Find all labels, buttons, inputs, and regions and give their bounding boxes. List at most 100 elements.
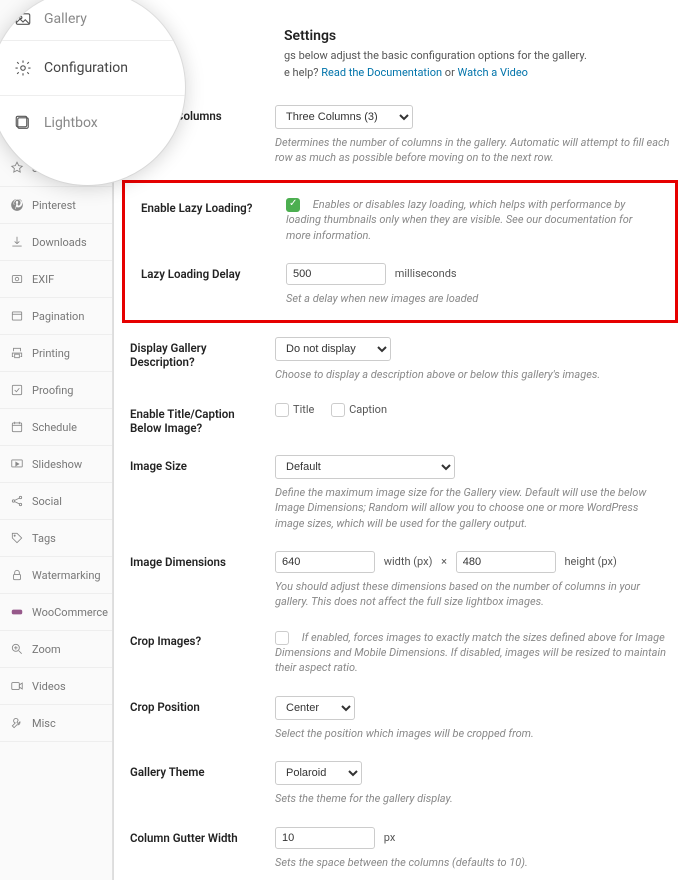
display-desc-label: Display Gallery Description? [130, 337, 255, 369]
display-desc-desc: Choose to display a description above or… [275, 367, 670, 382]
page-title: Settings [284, 28, 670, 44]
sidebar-item-downloads[interactable]: Downloads [0, 224, 112, 261]
image-size-select[interactable]: Default [275, 455, 455, 479]
mag-label: Lightbox [44, 115, 98, 131]
height-input[interactable] [456, 551, 556, 573]
pagination-icon [10, 309, 24, 323]
title-checkbox[interactable] [275, 403, 289, 417]
caption-check-label[interactable]: Caption [331, 403, 387, 416]
sidebar-item-misc[interactable]: Misc [0, 705, 112, 742]
sidebar-label: Proofing [32, 384, 73, 397]
width-unit: width (px) [384, 555, 433, 568]
row-gutter: Column Gutter Width px Sets the space be… [114, 817, 686, 880]
row-columns: f Gallery Columns Three Columns (3) Dete… [114, 95, 686, 176]
woo-icon [10, 605, 24, 619]
row-dimensions: Image Dimensions width (px) × height (px… [114, 541, 686, 620]
sidebar-item-tags[interactable]: Tags [0, 520, 112, 557]
gutter-desc: Sets the space between the columns (defa… [275, 855, 670, 870]
image-size-desc: Define the maximum image size for the Ga… [275, 485, 670, 531]
pinterest-icon [10, 198, 24, 212]
sidebar-label: Zoom [32, 643, 61, 656]
sidebar-item-printing[interactable]: Printing [0, 335, 112, 372]
dimensions-label: Image Dimensions [130, 551, 255, 569]
sidebar-item-exif[interactable]: EXIF [0, 261, 112, 298]
header-desc: gs below adjust the basic configuration … [284, 48, 670, 65]
sidebar-item-zoom[interactable]: Zoom [0, 631, 112, 668]
sidebar-label: EXIF [32, 273, 54, 286]
row-lazy: Enable Lazy Loading? Enables or disables… [125, 187, 675, 253]
title-check-label[interactable]: Title [275, 403, 314, 416]
sidebar-item-schedule[interactable]: Schedule [0, 409, 112, 446]
sidebar-item-slideshow[interactable]: Slideshow [0, 446, 112, 483]
highlight-box: Enable Lazy Loading? Enables or disables… [122, 180, 678, 324]
lock-icon [10, 568, 24, 582]
lazy-delay-input[interactable] [286, 263, 386, 285]
row-crop: Crop Images? If enabled, forces images t… [114, 620, 686, 686]
video-link[interactable]: Watch a Video [458, 66, 528, 79]
share-icon [10, 494, 24, 508]
gear-icon [14, 59, 32, 77]
mag-item-configuration[interactable]: Configuration [0, 41, 185, 96]
theme-select[interactable]: Polaroid [275, 761, 362, 785]
sidebar-item-pagination[interactable]: Pagination [0, 298, 112, 335]
sidebar-label: Pinterest [32, 199, 76, 212]
sidebar-item-videos[interactable]: Videos [0, 668, 112, 705]
sidebar-label: Printing [32, 347, 70, 360]
image-size-label: Image Size [130, 455, 255, 473]
zoom-icon [10, 642, 24, 656]
doc-link[interactable]: Read the Documentation [321, 66, 442, 79]
sidebar-item-social[interactable]: Social [0, 483, 112, 520]
mag-label: Gallery [44, 11, 87, 27]
standalone-icon [10, 161, 24, 175]
sidebar-item-watermarking[interactable]: Watermarking [0, 557, 112, 594]
mag-label: Configuration [44, 60, 128, 76]
title-caption-label: Enable Title/Caption Below Image? [130, 403, 255, 435]
sidebar-item-proofing[interactable]: Proofing [0, 372, 112, 409]
sidebar-label: WooCommerce [32, 606, 108, 619]
video-icon [10, 679, 24, 693]
crop-pos-desc: Select the position which images will be… [275, 726, 670, 741]
wrench-icon [10, 716, 24, 730]
lazy-label: Enable Lazy Loading? [141, 197, 266, 215]
row-image-size: Image Size Default Define the maximum im… [114, 445, 686, 541]
lazy-delay-unit: milliseconds [395, 267, 457, 280]
columns-desc: Determines the number of columns in the … [275, 135, 670, 166]
row-title-caption: Enable Title/Caption Below Image? Title … [114, 393, 686, 445]
gutter-unit: px [384, 831, 396, 844]
theme-desc: Sets the theme for the gallery display. [275, 791, 670, 806]
settings-header: Settings gs below adjust the basic confi… [114, 0, 686, 95]
sidebar-label: Watermarking [32, 569, 101, 582]
gutter-label: Column Gutter Width [130, 827, 255, 845]
sidebar-label: Tags [32, 532, 56, 545]
gutter-input[interactable] [275, 827, 375, 849]
width-input[interactable] [275, 551, 375, 573]
height-unit: height (px) [565, 555, 617, 568]
lazy-checkbox[interactable] [286, 198, 300, 212]
display-desc-select[interactable]: Do not display [275, 337, 391, 361]
sidebar-label: Schedule [32, 421, 77, 434]
exif-icon [10, 272, 24, 286]
row-lazy-delay: Lazy Loading Delay milliseconds Set a de… [125, 253, 675, 316]
print-icon [10, 346, 24, 360]
sidebar-item-pinterest[interactable]: Pinterest [0, 187, 112, 224]
sidebar-label: Downloads [32, 236, 87, 249]
lazy-desc: Enables or disables lazy loading, which … [286, 198, 632, 242]
crop-label: Crop Images? [130, 630, 255, 648]
mag-item-lightbox[interactable]: Lightbox [0, 96, 185, 150]
crop-pos-select[interactable]: Center [275, 696, 355, 720]
dimensions-desc: You should adjust these dimensions based… [275, 579, 670, 610]
header-help: e help? Read the Documentation or Watch … [284, 65, 670, 82]
main-panel: Settings gs below adjust the basic confi… [113, 0, 686, 880]
sidebar-label: Pagination [32, 310, 84, 323]
row-theme: Gallery Theme Polaroid Sets the theme fo… [114, 751, 686, 816]
sidebar-item-woocommerce[interactable]: WooCommerce [0, 594, 112, 631]
columns-select[interactable]: Three Columns (3) [275, 105, 413, 129]
slideshow-icon [10, 457, 24, 471]
sidebar-label: Slideshow [32, 458, 82, 471]
crop-checkbox[interactable] [275, 631, 289, 645]
row-display-desc: Display Gallery Description? Do not disp… [114, 327, 686, 392]
calendar-icon [10, 420, 24, 434]
caption-checkbox[interactable] [331, 403, 345, 417]
crop-desc: If enabled, forces images to exactly mat… [275, 631, 666, 675]
download-icon [10, 235, 24, 249]
